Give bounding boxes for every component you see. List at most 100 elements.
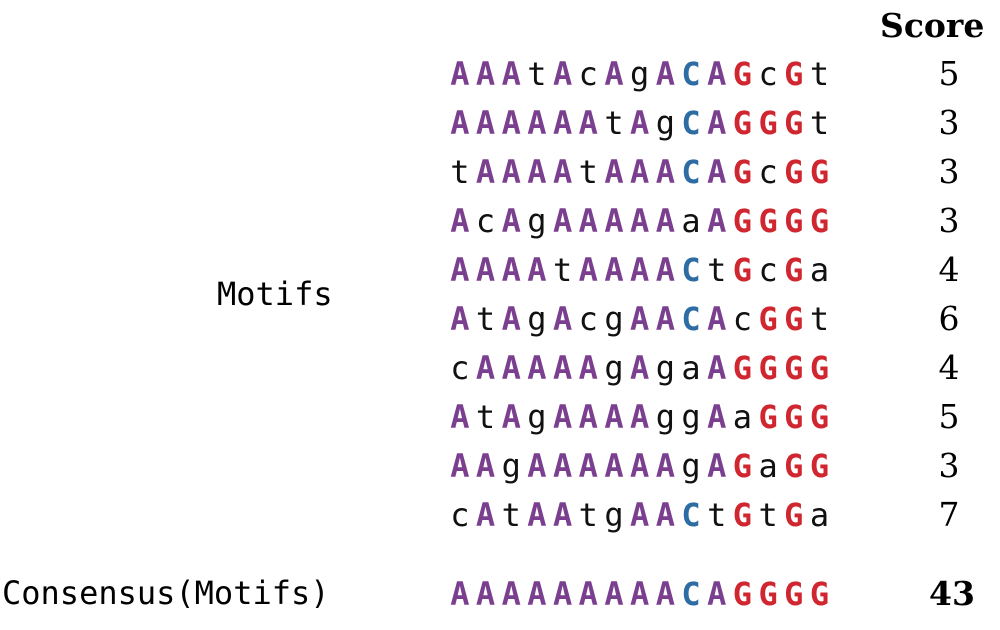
nucleotide: A xyxy=(475,575,496,613)
nucleotide: A xyxy=(475,153,496,191)
nucleotide: A xyxy=(604,251,624,289)
nucleotide: A xyxy=(630,202,650,240)
nucleotide: G xyxy=(809,447,830,485)
nucleotide: G xyxy=(732,104,753,142)
nucleotide: A xyxy=(450,300,470,338)
nucleotide: G xyxy=(784,153,804,191)
nucleotide: c xyxy=(450,496,470,534)
nucleotide: A xyxy=(552,153,573,191)
nucleotide: A xyxy=(707,300,727,338)
nucleotide: A xyxy=(655,300,675,338)
nucleotide: A xyxy=(655,575,675,613)
nucleotide: A xyxy=(552,349,573,387)
nucleotide: a xyxy=(758,447,778,485)
nucleotide: A xyxy=(578,202,598,240)
motif-score: 3 xyxy=(938,201,960,240)
nucleotide: A xyxy=(501,575,521,613)
nucleotide: A xyxy=(450,575,470,613)
nucleotide: A xyxy=(501,104,521,142)
nucleotide: A xyxy=(501,251,521,289)
nucleotide: G xyxy=(809,349,830,387)
nucleotide: A xyxy=(552,398,573,436)
nucleotide: A xyxy=(630,251,650,289)
nucleotide: A xyxy=(501,55,521,93)
nucleotide: a xyxy=(681,202,701,240)
nucleotide: G xyxy=(732,153,753,191)
nucleotide: t xyxy=(450,153,470,191)
motif-sequence: cAtAAtgAACtGtGa xyxy=(447,495,832,535)
nucleotide: G xyxy=(732,349,753,387)
nucleotide: A xyxy=(707,575,727,613)
nucleotide: t xyxy=(758,496,778,534)
motif-sequence: tAAAAtAAACAGcGG xyxy=(447,152,832,192)
motif-sequence: AAAAtAAAACtGcGa xyxy=(447,250,832,290)
nucleotide: A xyxy=(604,153,624,191)
nucleotide: A xyxy=(578,251,598,289)
nucleotide: A xyxy=(604,55,624,93)
nucleotide: c xyxy=(578,55,598,93)
nucleotide: A xyxy=(578,104,598,142)
nucleotide: G xyxy=(732,496,753,534)
nucleotide: A xyxy=(501,398,521,436)
nucleotide: A xyxy=(475,349,496,387)
nucleotide: A xyxy=(527,496,547,534)
nucleotide: A xyxy=(527,251,547,289)
nucleotide: G xyxy=(784,202,804,240)
motif-sequence: AAAtAcAgACAGcGt xyxy=(447,54,832,94)
nucleotide: C xyxy=(681,104,701,142)
nucleotide: A xyxy=(630,496,650,534)
nucleotide: g xyxy=(527,300,547,338)
motif-score: 7 xyxy=(938,495,960,534)
nucleotide: G xyxy=(784,575,804,613)
nucleotide: A xyxy=(501,202,521,240)
nucleotide: G xyxy=(758,575,778,613)
nucleotide: G xyxy=(758,398,778,436)
motif-score: 5 xyxy=(938,397,960,436)
motif-sequence: AtAgAcgAACAcGGt xyxy=(447,299,832,339)
nucleotide: C xyxy=(681,496,701,534)
nucleotide: a xyxy=(681,349,701,387)
nucleotide: g xyxy=(630,55,650,93)
nucleotide: t xyxy=(475,398,496,436)
nucleotide: A xyxy=(707,349,727,387)
nucleotide: t xyxy=(809,104,830,142)
nucleotide: C xyxy=(681,575,701,613)
nucleotide: A xyxy=(501,300,521,338)
nucleotide: t xyxy=(578,496,598,534)
nucleotide: A xyxy=(552,300,573,338)
nucleotide: A xyxy=(475,55,496,93)
nucleotide: A xyxy=(475,496,496,534)
nucleotide: A xyxy=(707,55,727,93)
nucleotide: A xyxy=(552,447,573,485)
nucleotide: g xyxy=(604,300,624,338)
motif-sequence: cAAAAAgAgaAGGGG xyxy=(447,348,832,388)
nucleotide: A xyxy=(578,398,598,436)
nucleotide: C xyxy=(681,300,701,338)
motif-score: 6 xyxy=(938,299,960,338)
nucleotide: A xyxy=(501,349,521,387)
nucleotide: g xyxy=(527,202,547,240)
nucleotide: g xyxy=(604,496,624,534)
nucleotide: G xyxy=(758,349,778,387)
score-column-header: Score xyxy=(880,6,985,45)
nucleotide: t xyxy=(809,55,830,93)
motif-sequence: AtAgAAAAggAaGGG xyxy=(447,397,832,437)
nucleotide: g xyxy=(655,398,675,436)
nucleotide: G xyxy=(809,398,830,436)
nucleotide: A xyxy=(450,251,470,289)
nucleotide: A xyxy=(578,575,598,613)
nucleotide: A xyxy=(707,202,727,240)
nucleotide: A xyxy=(527,104,547,142)
nucleotide: A xyxy=(475,447,496,485)
nucleotide: A xyxy=(527,575,547,613)
nucleotide: A xyxy=(707,447,727,485)
motif-score: 3 xyxy=(938,446,960,485)
nucleotide: A xyxy=(604,202,624,240)
nucleotide: A xyxy=(450,398,470,436)
nucleotide: A xyxy=(630,153,650,191)
motif-sequence: AAgAAAAAAgAGaGG xyxy=(447,446,832,486)
nucleotide: C xyxy=(681,55,701,93)
nucleotide: G xyxy=(809,202,830,240)
nucleotide: A xyxy=(707,398,727,436)
nucleotide: G xyxy=(784,349,804,387)
